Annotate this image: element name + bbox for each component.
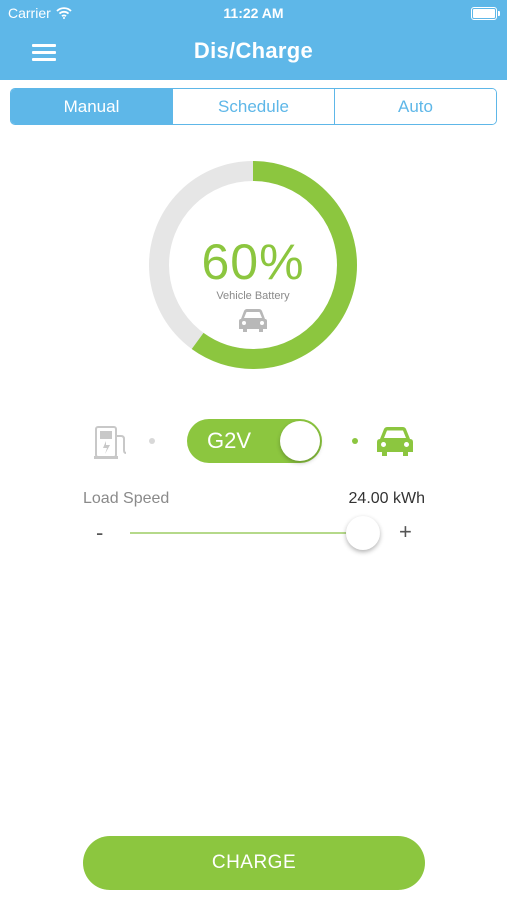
mode-toggle-label: G2V [207, 428, 252, 453]
slider-thumb[interactable] [345, 516, 380, 550]
battery-gauge: 60% Vehicle Battery [143, 155, 363, 375]
increase-button[interactable]: + [399, 519, 412, 545]
status-bar: Carrier 11:22 AM [0, 0, 507, 28]
car-icon [377, 427, 413, 456]
tab-auto[interactable]: Auto [334, 89, 496, 124]
mode-toggle-knob[interactable] [280, 421, 320, 461]
load-speed-value: 24.00 kWh [348, 490, 425, 507]
status-time: 11:22 AM [223, 5, 284, 21]
tab-schedule[interactable]: Schedule [172, 89, 334, 124]
load-speed-label: Load Speed [83, 490, 170, 507]
mode-toggle[interactable]: G2V [187, 419, 322, 463]
battery-label: Vehicle Battery [216, 290, 290, 302]
tab-manual[interactable]: Manual [11, 89, 172, 124]
mode-indicator-dot-left [149, 438, 155, 444]
load-speed-slider[interactable] [130, 516, 380, 550]
charge-button[interactable]: CHARGE [83, 836, 425, 890]
mode-indicator-dot-right [352, 438, 358, 444]
nav-bar: Dis/Charge [0, 28, 507, 80]
charging-station-icon [94, 426, 127, 459]
car-icon [239, 309, 267, 332]
slider-fill [130, 532, 363, 534]
mode-tabs: Manual Schedule Auto [10, 88, 497, 125]
decrease-button[interactable]: - [96, 520, 103, 546]
header: Carrier 11:22 AM Dis/Charge [0, 0, 507, 80]
page-title: Dis/Charge [193, 38, 314, 63]
battery-percent: 60% [201, 234, 305, 290]
battery-status-icon [471, 7, 500, 20]
